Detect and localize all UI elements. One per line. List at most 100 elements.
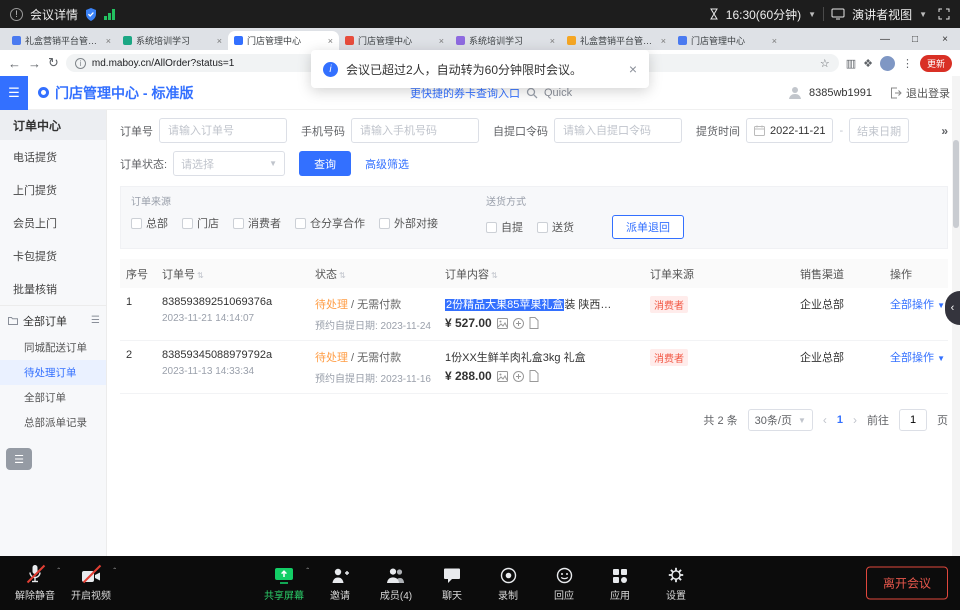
sidebar-item-batch-verify[interactable]: 批量核销 xyxy=(0,272,106,305)
view-mode-label[interactable]: 演讲者视图 xyxy=(852,6,912,23)
tab-close-icon[interactable]: × xyxy=(217,36,222,46)
close-button[interactable]: × xyxy=(930,28,960,50)
back-icon[interactable]: ← xyxy=(8,56,21,71)
browser-tab-active[interactable]: 门店管理中心× xyxy=(228,31,339,50)
search-button[interactable]: 查询 xyxy=(299,151,351,176)
settings-button[interactable]: 设置 xyxy=(649,564,703,602)
checkbox-icon[interactable] xyxy=(486,222,497,233)
tab-close-icon[interactable]: × xyxy=(661,36,666,46)
sidebar-subitem-hq-dispatch-log[interactable]: 总部派单记录 xyxy=(0,410,106,435)
col-status[interactable]: 状态⇅ xyxy=(315,266,445,282)
checkbox-icon[interactable] xyxy=(233,218,244,229)
meeting-timer[interactable]: 16:30(60分钟) xyxy=(726,6,801,23)
col-content[interactable]: 订单内容⇅ xyxy=(445,266,650,282)
bookmark-star-icon[interactable]: ☆ xyxy=(820,57,830,70)
advanced-filter-link[interactable]: 高级筛选 xyxy=(365,156,409,172)
add-circle-icon[interactable] xyxy=(513,318,524,329)
tab-close-icon[interactable]: × xyxy=(772,36,777,46)
members-button[interactable]: 成员(4) xyxy=(369,564,423,602)
browser-tab[interactable]: 礼盒营销平台管理中心× xyxy=(6,31,117,50)
browser-update-button[interactable]: 更新 xyxy=(920,55,952,72)
timer-caret-icon[interactable]: ▼ xyxy=(808,10,816,19)
sidebar-item-door-pickup[interactable]: 上门提货 xyxy=(0,173,106,206)
checkbox-icon[interactable] xyxy=(295,218,306,229)
browser-tab[interactable]: 系统培训学习× xyxy=(117,31,228,50)
video-options-caret-icon[interactable]: ˆ xyxy=(113,567,116,576)
page-size-select[interactable]: 30条/页 ▼ xyxy=(748,409,813,431)
view-caret-icon[interactable]: ▼ xyxy=(919,10,927,19)
hamburger-menu-icon[interactable]: ☰ xyxy=(0,76,28,110)
sidebar-item-member-visit[interactable]: 会员上门 xyxy=(0,206,106,239)
document-icon[interactable] xyxy=(529,317,539,329)
collapse-filters-icon[interactable]: » xyxy=(941,124,948,138)
refresh-icon[interactable]: ↻ xyxy=(48,55,59,71)
date-start-picker[interactable]: 2022-11-21 xyxy=(746,118,833,143)
current-page[interactable]: 1 xyxy=(837,414,843,426)
phone-input[interactable] xyxy=(351,118,479,143)
invite-button[interactable]: 邀请 xyxy=(313,564,367,602)
sidebar-subitem-all-orders[interactable]: 全部订单 xyxy=(0,385,106,410)
start-video-button[interactable]: 开启视频 ˆ xyxy=(64,564,118,602)
meeting-details-label[interactable]: 会议详情 xyxy=(30,6,78,23)
chat-button[interactable]: 聊天 xyxy=(425,564,479,602)
forward-icon[interactable]: → xyxy=(28,56,41,71)
sidebar-item-phone-pickup[interactable]: 电话提货 xyxy=(0,140,106,173)
share-options-caret-icon[interactable]: ˆ xyxy=(306,567,309,576)
browser-tab[interactable]: 礼盒营销平台管理中心× xyxy=(561,31,672,50)
apps-button[interactable]: 应用 xyxy=(593,564,647,602)
checkbox-icon[interactable] xyxy=(131,218,142,229)
share-screen-button[interactable]: 共享屏幕 ˆ xyxy=(257,564,311,602)
checkbox-self-pickup[interactable]: 自提 xyxy=(486,219,523,235)
browser-profile-avatar[interactable] xyxy=(880,56,895,71)
minimize-button[interactable]: — xyxy=(870,28,900,50)
tab-close-icon[interactable]: × xyxy=(439,36,444,46)
add-circle-icon[interactable] xyxy=(513,371,524,382)
order-status-select[interactable]: 请选择 ▼ xyxy=(173,151,285,176)
group-list-icon[interactable]: ☰ xyxy=(91,315,100,326)
next-page-button[interactable]: › xyxy=(853,413,857,427)
reaction-button[interactable]: 回应 xyxy=(537,564,591,602)
order-no-input[interactable] xyxy=(159,118,287,143)
record-button[interactable]: 录制 xyxy=(481,564,535,602)
tab-close-icon[interactable]: × xyxy=(106,36,111,46)
side-panel-icon[interactable]: ▥ xyxy=(846,57,856,70)
browser-tab[interactable]: 系统培训学习× xyxy=(450,31,561,50)
date-end-picker[interactable]: 结束日期 xyxy=(849,118,909,143)
logout-button[interactable]: 退出登录 xyxy=(890,85,950,101)
tab-close-icon[interactable]: × xyxy=(550,36,555,46)
sidebar-group-all-orders[interactable]: 全部订单 ☰ xyxy=(0,305,106,335)
sidebar-quick-menu-button[interactable]: ☰ xyxy=(6,448,32,470)
dispatch-return-button[interactable]: 派单退回 xyxy=(612,215,684,239)
toast-close-icon[interactable]: × xyxy=(629,61,637,77)
browser-tab[interactable]: 门店管理中心× xyxy=(339,31,450,50)
image-icon[interactable] xyxy=(497,318,508,329)
sort-icon[interactable]: ⇅ xyxy=(197,271,204,280)
row-action-dropdown[interactable]: 全部操作 ▼ xyxy=(890,296,945,312)
goto-page-input[interactable] xyxy=(899,409,927,431)
pickup-code-input[interactable] xyxy=(554,118,682,143)
checkbox-share-coop[interactable]: 仓分享合作 xyxy=(295,215,365,231)
scrollbar-thumb[interactable] xyxy=(953,140,959,228)
document-icon[interactable] xyxy=(529,370,539,382)
checkbox-icon[interactable] xyxy=(182,218,193,229)
tab-close-icon[interactable]: × xyxy=(328,36,333,46)
maximize-button[interactable]: □ xyxy=(900,28,930,50)
fullscreen-icon[interactable] xyxy=(938,8,950,20)
row-action-dropdown[interactable]: 全部操作 ▼ xyxy=(890,349,945,365)
col-order-no[interactable]: 订单号⇅ xyxy=(162,266,315,282)
checkbox-icon[interactable] xyxy=(379,218,390,229)
checkbox-icon[interactable] xyxy=(537,222,548,233)
site-info-icon[interactable]: i xyxy=(75,58,86,69)
checkbox-delivery[interactable]: 送货 xyxy=(537,219,574,235)
browser-tab[interactable]: 门店管理中心× xyxy=(672,31,783,50)
sort-icon[interactable]: ⇅ xyxy=(491,271,498,280)
checkbox-hq[interactable]: 总部 xyxy=(131,215,168,231)
leave-meeting-button[interactable]: 离开会议 xyxy=(866,567,948,600)
checkbox-consumer[interactable]: 消费者 xyxy=(233,215,281,231)
extensions-icon[interactable]: ❖ xyxy=(863,57,873,70)
sidebar-section-order-center[interactable]: 订单中心 xyxy=(0,110,106,140)
prev-page-button[interactable]: ‹ xyxy=(823,413,827,427)
mic-options-caret-icon[interactable]: ˆ xyxy=(57,567,60,576)
image-icon[interactable] xyxy=(497,371,508,382)
sidebar-subitem-pending-orders[interactable]: 待处理订单 xyxy=(0,360,106,385)
